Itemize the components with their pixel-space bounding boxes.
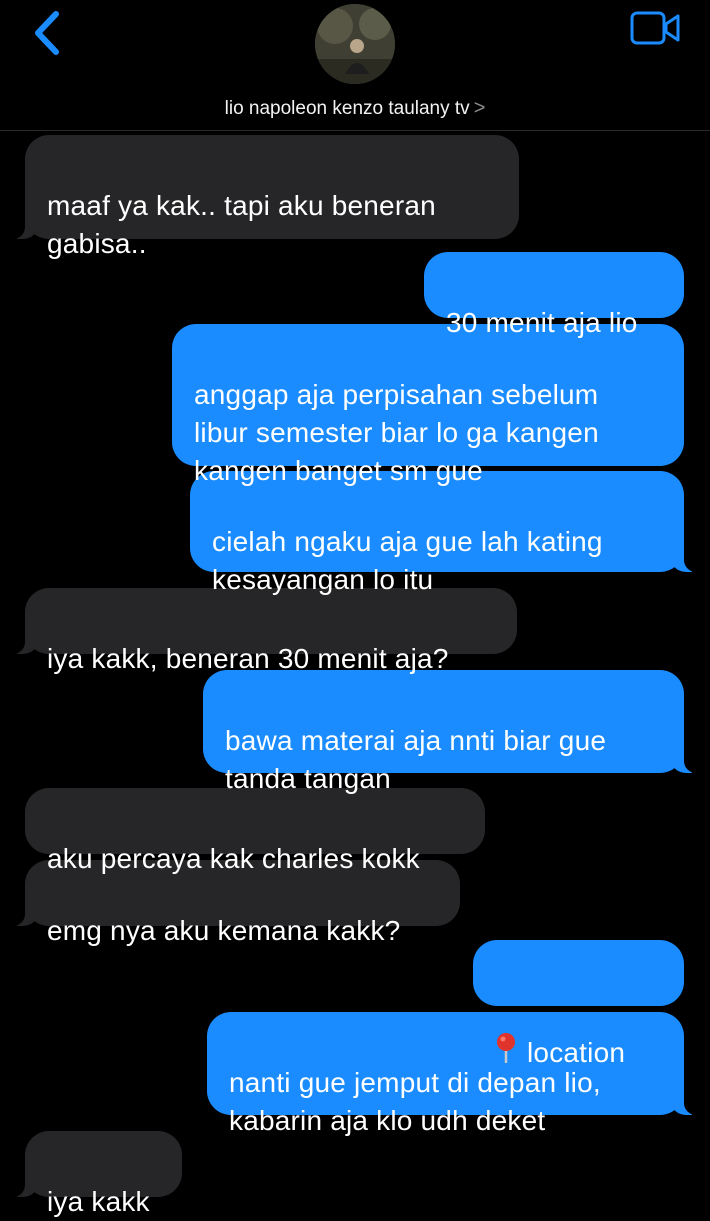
message-text: anggap aja perpisahan sebelum libur seme… <box>194 379 599 486</box>
back-button[interactable] <box>22 8 72 58</box>
message-bubble-incoming[interactable]: iya kakk <box>3 1131 182 1217</box>
message-text: emg nya aku kemana kakk? <box>47 915 401 946</box>
message-bubble-incoming[interactable]: maaf ya kak.. tapi aku beneran gabisa.. <box>3 135 519 259</box>
message-text: maaf ya kak.. tapi aku beneran gabisa.. <box>47 190 436 259</box>
message-text: aku percaya kak charles kokk <box>47 843 420 874</box>
message-text: 30 menit aja lio <box>446 307 638 338</box>
message-bubble-outgoing[interactable]: anggap aja perpisahan sebelum libur seme… <box>172 324 684 486</box>
message-bubble-outgoing[interactable]: bawa materai aja nnti biar gue tanda tan… <box>203 670 706 794</box>
message-bubble-incoming[interactable]: iya kakk, beneran 30 menit aja? <box>3 588 517 674</box>
location-bubble[interactable]: location <box>473 940 684 1068</box>
contact-name-link[interactable]: lio napoleon kenzo taulany tv > <box>0 97 710 120</box>
conversation-header: lio napoleon kenzo taulany tv > <box>0 0 710 131</box>
location-label: location <box>527 1037 626 1068</box>
message-bubble-outgoing[interactable]: cielah ngaku aja gue lah kating kesayang… <box>190 471 706 595</box>
message-text: iya kakk, beneran 30 menit aja? <box>47 643 449 674</box>
message-text: iya kakk <box>47 1186 150 1217</box>
video-camera-icon <box>630 11 680 45</box>
facetime-button[interactable] <box>630 10 682 46</box>
message-text: nanti gue jemput di depan lio, kabarin a… <box>229 1067 601 1136</box>
contact-name: lio napoleon kenzo taulany tv <box>224 98 470 119</box>
map-pin-icon <box>497 1033 515 1063</box>
contact-avatar[interactable] <box>315 4 395 84</box>
chevron-right-icon: > <box>473 97 486 119</box>
chevron-left-icon <box>35 11 59 55</box>
avatar-photo <box>315 4 395 84</box>
message-bubble-outgoing[interactable]: 30 menit aja lio <box>424 252 684 338</box>
message-text: bawa materai aja nnti biar gue tanda tan… <box>225 725 607 794</box>
message-text: cielah ngaku aja gue lah kating kesayang… <box>212 526 603 595</box>
message-bubble-incoming[interactable]: aku percaya kak charles kokk <box>25 788 485 874</box>
